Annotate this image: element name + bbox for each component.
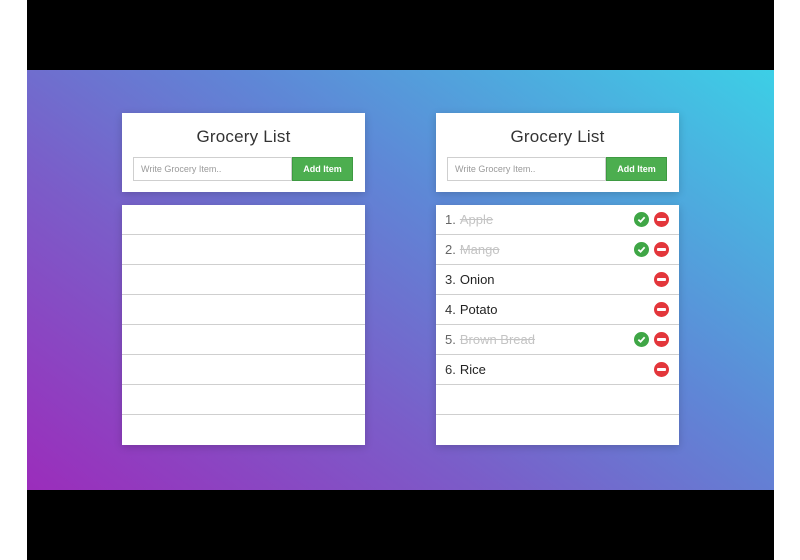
remove-icon[interactable] [654, 272, 669, 287]
remove-icon[interactable] [654, 212, 669, 227]
empty-row [122, 415, 365, 445]
item-number: 6. [445, 362, 456, 377]
item-number: 3. [445, 272, 456, 287]
grocery-app-filled: Grocery List Add Item 1. Apple 2. Mango [436, 113, 679, 445]
item-name: Onion [459, 272, 495, 287]
grocery-item-input[interactable] [447, 157, 606, 181]
gradient-background: Grocery List Add Item Grocery List Add I… [27, 70, 774, 490]
remove-icon[interactable] [654, 242, 669, 257]
empty-row [122, 325, 365, 355]
item-name: Potato [459, 302, 498, 317]
grocery-list: 1. Apple 2. Mango 3. Onion 4. Potato 5. … [436, 205, 679, 445]
app-title: Grocery List [510, 127, 605, 146]
list-item: 1. Apple [436, 205, 679, 235]
list-item: 3. Onion [436, 265, 679, 295]
remove-icon[interactable] [654, 332, 669, 347]
add-item-button[interactable]: Add Item [606, 157, 667, 181]
add-item-form: Add Item [447, 157, 667, 181]
empty-row [122, 265, 365, 295]
grocery-list [122, 205, 365, 445]
item-name: Brown Bread [459, 332, 535, 347]
list-item: 5. Brown Bread [436, 325, 679, 355]
list-item: 6. Rice [436, 355, 679, 385]
header-card: Grocery List Add Item [436, 113, 679, 192]
list-item: 2. Mango [436, 235, 679, 265]
item-number: 2. [445, 242, 456, 257]
add-item-form: Add Item [133, 157, 353, 181]
add-item-button[interactable]: Add Item [292, 157, 353, 181]
list-item: 4. Potato [436, 295, 679, 325]
item-name: Mango [459, 242, 500, 257]
empty-row [436, 385, 679, 415]
remove-icon[interactable] [654, 302, 669, 317]
grocery-item-input[interactable] [133, 157, 292, 181]
check-icon[interactable] [634, 332, 649, 347]
item-number: 5. [445, 332, 456, 347]
check-icon[interactable] [634, 212, 649, 227]
item-name: Rice [459, 362, 486, 377]
empty-row [122, 355, 365, 385]
grocery-app-empty: Grocery List Add Item [122, 113, 365, 445]
remove-icon[interactable] [654, 362, 669, 377]
item-number: 4. [445, 302, 456, 317]
item-number: 1. [445, 212, 456, 227]
check-icon[interactable] [634, 242, 649, 257]
empty-row [122, 385, 365, 415]
empty-row [436, 415, 679, 445]
item-name: Apple [459, 212, 494, 227]
empty-row [122, 235, 365, 265]
empty-row [122, 205, 365, 235]
header-card: Grocery List Add Item [122, 113, 365, 192]
app-title: Grocery List [196, 127, 291, 146]
empty-row [122, 295, 365, 325]
